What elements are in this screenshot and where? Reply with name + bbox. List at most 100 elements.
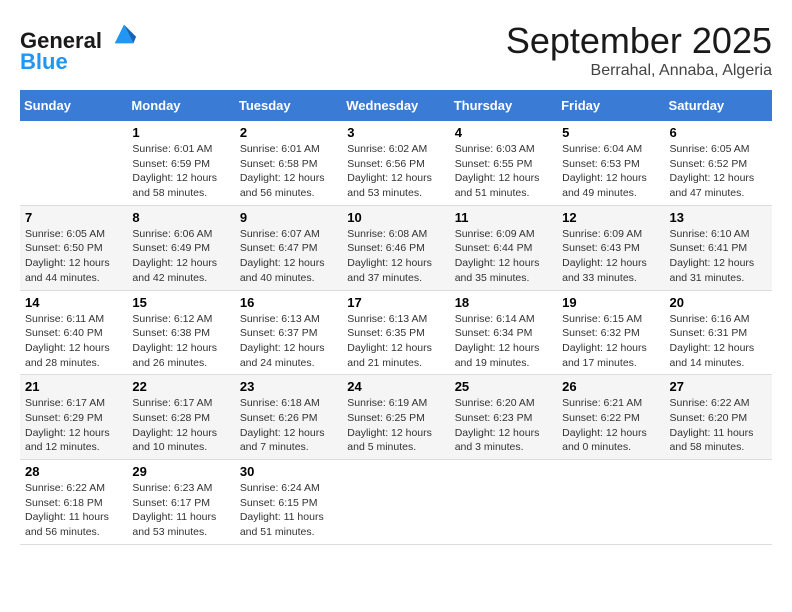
- day-info: Sunrise: 6:01 AM Sunset: 6:59 PM Dayligh…: [132, 142, 229, 201]
- calendar-cell: 16Sunrise: 6:13 AM Sunset: 6:37 PM Dayli…: [235, 290, 342, 375]
- day-number: 9: [240, 210, 337, 225]
- calendar-week-row: 28Sunrise: 6:22 AM Sunset: 6:18 PM Dayli…: [20, 460, 772, 545]
- day-number: 27: [670, 379, 767, 394]
- calendar-cell: [665, 460, 772, 545]
- day-info: Sunrise: 6:22 AM Sunset: 6:20 PM Dayligh…: [670, 396, 767, 455]
- day-info: Sunrise: 6:15 AM Sunset: 6:32 PM Dayligh…: [562, 312, 659, 371]
- day-number: 1: [132, 125, 229, 140]
- day-info: Sunrise: 6:17 AM Sunset: 6:29 PM Dayligh…: [25, 396, 122, 455]
- calendar-week-row: 21 Sunrise: 6:17 AM Sunset: 6:29 PM Dayli…: [20, 375, 772, 460]
- calendar-cell: 12 Sunrise: 6:09 AM Sunset: 6:43 PM Dayli…: [557, 205, 664, 290]
- calendar-week-row: 14 Sunrise: 6:11 AM Sunset: 6:40 PM Dayli…: [20, 290, 772, 375]
- calendar-cell: 8Sunrise: 6:06 AM Sunset: 6:49 PM Daylig…: [127, 205, 234, 290]
- day-number: 11: [455, 210, 552, 225]
- day-number: 10: [347, 210, 444, 225]
- calendar-cell: 2 Sunrise: 6:01 AM Sunset: 6:58 PM Daylig…: [235, 121, 342, 205]
- day-info: Sunrise: 6:20 AM Sunset: 6:23 PM Dayligh…: [455, 396, 552, 455]
- logo: General Blue: [20, 20, 138, 75]
- day-number: 30: [240, 464, 337, 479]
- day-info: Sunrise: 6:13 AM Sunset: 6:35 PM Dayligh…: [347, 312, 444, 371]
- day-info: Sunrise: 6:22 AM Sunset: 6:18 PM Dayligh…: [25, 481, 122, 540]
- calendar-cell: 29 Sunrise: 6:23 AM Sunset: 6:17 PM Dayli…: [127, 460, 234, 545]
- location: Berrahal, Annaba, Algeria: [506, 62, 772, 80]
- calendar-cell: 28Sunrise: 6:22 AM Sunset: 6:18 PM Dayli…: [20, 460, 127, 545]
- title-block: September 2025 Berrahal, Annaba, Algeria: [506, 20, 772, 80]
- page-header: General Blue September 2025 Berrahal, An…: [20, 20, 772, 80]
- day-number: 4: [455, 125, 552, 140]
- day-number: 29: [132, 464, 229, 479]
- calendar-cell: [450, 460, 557, 545]
- day-number: 6: [670, 125, 767, 140]
- day-info: Sunrise: 6:11 AM Sunset: 6:40 PM Dayligh…: [25, 312, 122, 371]
- day-info: Sunrise: 6:12 AM Sunset: 6:38 PM Dayligh…: [132, 312, 229, 371]
- calendar-cell: 14 Sunrise: 6:11 AM Sunset: 6:40 PM Dayli…: [20, 290, 127, 375]
- calendar-cell: 26 Sunrise: 6:21 AM Sunset: 6:22 PM Dayli…: [557, 375, 664, 460]
- calendar-body: 1 Sunrise: 6:01 AM Sunset: 6:59 PM Daylig…: [20, 121, 772, 544]
- day-number: 3: [347, 125, 444, 140]
- day-number: 16: [240, 295, 337, 310]
- calendar-cell: 27 Sunrise: 6:22 AM Sunset: 6:20 PM Dayli…: [665, 375, 772, 460]
- calendar-cell: 23Sunrise: 6:18 AM Sunset: 6:26 PM Dayli…: [235, 375, 342, 460]
- logo-icon: [110, 20, 138, 48]
- day-number: 15: [132, 295, 229, 310]
- day-info: Sunrise: 6:04 AM Sunset: 6:53 PM Dayligh…: [562, 142, 659, 201]
- day-info: Sunrise: 6:08 AM Sunset: 6:46 PM Dayligh…: [347, 227, 444, 286]
- day-info: Sunrise: 6:05 AM Sunset: 6:50 PM Dayligh…: [25, 227, 122, 286]
- day-number: 25: [455, 379, 552, 394]
- day-info: Sunrise: 6:23 AM Sunset: 6:17 PM Dayligh…: [132, 481, 229, 540]
- calendar-cell: 20Sunrise: 6:16 AM Sunset: 6:31 PM Dayli…: [665, 290, 772, 375]
- calendar-cell: 5 Sunrise: 6:04 AM Sunset: 6:53 PM Daylig…: [557, 121, 664, 205]
- calendar-cell: 10 Sunrise: 6:08 AM Sunset: 6:46 PM Dayli…: [342, 205, 449, 290]
- calendar-table: SundayMondayTuesdayWednesdayThursdayFrid…: [20, 90, 772, 545]
- day-number: 8: [132, 210, 229, 225]
- day-info: Sunrise: 6:18 AM Sunset: 6:26 PM Dayligh…: [240, 396, 337, 455]
- calendar-week-row: 1 Sunrise: 6:01 AM Sunset: 6:59 PM Daylig…: [20, 121, 772, 205]
- weekday-header-wednesday: Wednesday: [342, 90, 449, 121]
- day-number: 26: [562, 379, 659, 394]
- day-info: Sunrise: 6:16 AM Sunset: 6:31 PM Dayligh…: [670, 312, 767, 371]
- calendar-cell: 19Sunrise: 6:15 AM Sunset: 6:32 PM Dayli…: [557, 290, 664, 375]
- day-info: Sunrise: 6:19 AM Sunset: 6:25 PM Dayligh…: [347, 396, 444, 455]
- calendar-cell: 4 Sunrise: 6:03 AM Sunset: 6:55 PM Daylig…: [450, 121, 557, 205]
- day-number: 12: [562, 210, 659, 225]
- day-info: Sunrise: 6:10 AM Sunset: 6:41 PM Dayligh…: [670, 227, 767, 286]
- day-info: Sunrise: 6:21 AM Sunset: 6:22 PM Dayligh…: [562, 396, 659, 455]
- weekday-header-sunday: Sunday: [20, 90, 127, 121]
- month-title: September 2025: [506, 20, 772, 62]
- calendar-cell: 25 Sunrise: 6:20 AM Sunset: 6:23 PM Dayli…: [450, 375, 557, 460]
- calendar-cell: 24 Sunrise: 6:19 AM Sunset: 6:25 PM Dayli…: [342, 375, 449, 460]
- calendar-cell: 17 Sunrise: 6:13 AM Sunset: 6:35 PM Dayli…: [342, 290, 449, 375]
- calendar-cell: [342, 460, 449, 545]
- day-number: 18: [455, 295, 552, 310]
- calendar-header: SundayMondayTuesdayWednesdayThursdayFrid…: [20, 90, 772, 121]
- day-number: 22: [132, 379, 229, 394]
- calendar-cell: 15 Sunrise: 6:12 AM Sunset: 6:38 PM Dayli…: [127, 290, 234, 375]
- day-info: Sunrise: 6:14 AM Sunset: 6:34 PM Dayligh…: [455, 312, 552, 371]
- day-number: 2: [240, 125, 337, 140]
- weekday-header-row: SundayMondayTuesdayWednesdayThursdayFrid…: [20, 90, 772, 121]
- day-number: 17: [347, 295, 444, 310]
- day-number: 14: [25, 295, 122, 310]
- day-info: Sunrise: 6:03 AM Sunset: 6:55 PM Dayligh…: [455, 142, 552, 201]
- calendar-cell: 11 Sunrise: 6:09 AM Sunset: 6:44 PM Dayli…: [450, 205, 557, 290]
- calendar-cell: 13 Sunrise: 6:10 AM Sunset: 6:41 PM Dayli…: [665, 205, 772, 290]
- day-number: 13: [670, 210, 767, 225]
- day-info: Sunrise: 6:05 AM Sunset: 6:52 PM Dayligh…: [670, 142, 767, 201]
- day-info: Sunrise: 6:17 AM Sunset: 6:28 PM Dayligh…: [132, 396, 229, 455]
- weekday-header-thursday: Thursday: [450, 90, 557, 121]
- calendar-cell: 18 Sunrise: 6:14 AM Sunset: 6:34 PM Dayli…: [450, 290, 557, 375]
- day-info: Sunrise: 6:09 AM Sunset: 6:44 PM Dayligh…: [455, 227, 552, 286]
- weekday-header-tuesday: Tuesday: [235, 90, 342, 121]
- day-number: 7: [25, 210, 122, 225]
- day-info: Sunrise: 6:07 AM Sunset: 6:47 PM Dayligh…: [240, 227, 337, 286]
- calendar-cell: 21 Sunrise: 6:17 AM Sunset: 6:29 PM Dayli…: [20, 375, 127, 460]
- calendar-cell: 7 Sunrise: 6:05 AM Sunset: 6:50 PM Daylig…: [20, 205, 127, 290]
- calendar-cell: 3Sunrise: 6:02 AM Sunset: 6:56 PM Daylig…: [342, 121, 449, 205]
- day-number: 21: [25, 379, 122, 394]
- day-info: Sunrise: 6:01 AM Sunset: 6:58 PM Dayligh…: [240, 142, 337, 201]
- calendar-cell: [20, 121, 127, 205]
- calendar-cell: 1 Sunrise: 6:01 AM Sunset: 6:59 PM Daylig…: [127, 121, 234, 205]
- day-number: 5: [562, 125, 659, 140]
- day-number: 24: [347, 379, 444, 394]
- day-info: Sunrise: 6:09 AM Sunset: 6:43 PM Dayligh…: [562, 227, 659, 286]
